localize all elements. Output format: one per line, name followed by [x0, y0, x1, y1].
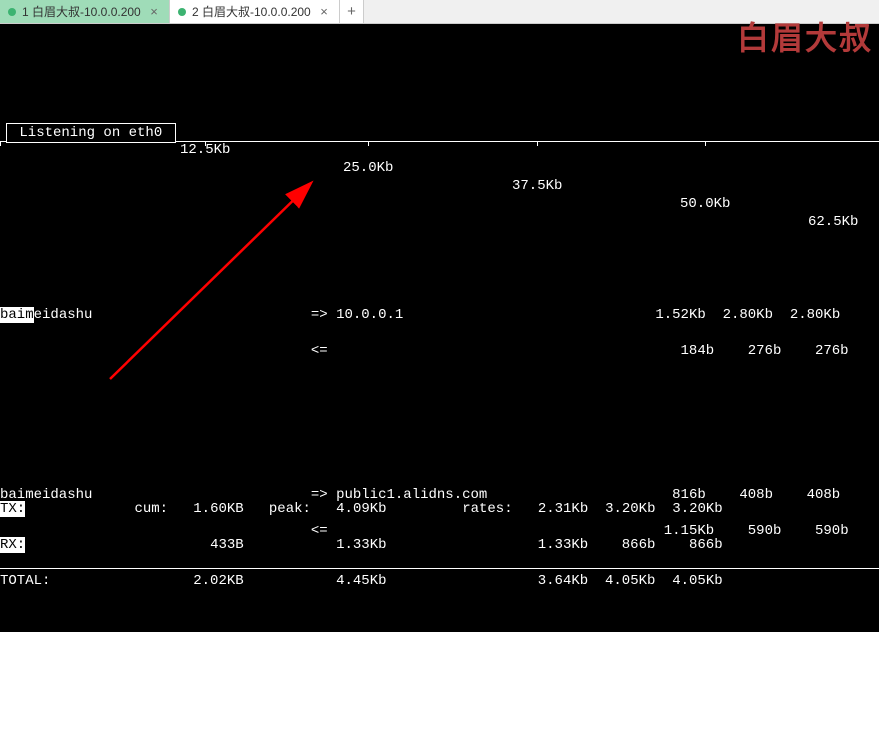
arrow-out-icon: =>: [311, 307, 328, 323]
rate-40s: 2.80Kb: [790, 307, 840, 323]
connection-row: baimeidashu => 10.0.0.1 1.52Kb 2.80Kb 2.…: [0, 288, 879, 396]
rates-label: rates:: [462, 501, 512, 517]
rate-10s: 276b: [748, 343, 782, 359]
rx-r1: 1.33Kb: [538, 537, 588, 553]
total-r1: 3.64Kb: [538, 573, 588, 589]
add-tab-button[interactable]: +: [340, 0, 364, 23]
close-icon[interactable]: ×: [317, 5, 331, 19]
rx-peak: 1.33Kb: [336, 537, 386, 553]
rate-2s: 184b: [681, 343, 715, 359]
dest-host: 10.0.0.1: [336, 307, 403, 323]
rx-r2: 866b: [622, 537, 656, 553]
listening-label: Listening on eth0: [6, 123, 176, 143]
rate-2s: 1.52Kb: [655, 307, 705, 323]
scale-tick-label: 50.0Kb: [680, 195, 730, 213]
status-dot-icon: [178, 8, 186, 16]
cum-label: cum:: [134, 501, 168, 517]
tx-cum: 1.60KB: [193, 501, 243, 517]
rx-r3: 866b: [689, 537, 723, 553]
terminal-output: 白眉大叔 Listening on eth0 12.5Kb 25.0Kb 37.…: [0, 24, 879, 632]
close-icon[interactable]: ×: [147, 5, 161, 19]
rate-40s: 276b: [815, 343, 849, 359]
tx-r1: 2.31Kb: [538, 501, 588, 517]
rx-label: RX:: [0, 537, 25, 553]
footer-stats: TX: cum: 1.60KB peak: 4.09Kb rates: 2.31…: [0, 482, 879, 626]
tx-label: TX:: [0, 501, 25, 517]
tab-1[interactable]: 1 白眉大叔-10.0.0.200 ×: [0, 0, 170, 23]
tab-label: 1 白眉大叔-10.0.0.200: [22, 3, 141, 20]
source-host: baimeidashu: [0, 307, 92, 323]
total-r2: 4.05Kb: [605, 573, 655, 589]
rate-10s: 2.80Kb: [723, 307, 773, 323]
watermark-text: 白眉大叔: [737, 20, 873, 56]
rx-cum: 433B: [210, 537, 244, 553]
tab-label: 2 白眉大叔-10.0.0.200: [192, 3, 311, 20]
total-peak: 4.45Kb: [336, 573, 386, 589]
tx-r3: 3.20Kb: [672, 501, 722, 517]
bandwidth-scale: Listening on eth0 12.5Kb 25.0Kb 37.5Kb 5…: [0, 114, 879, 150]
scale-tick-label: 62.5Kb: [808, 213, 858, 231]
tx-r2: 3.20Kb: [605, 501, 655, 517]
total-cum: 2.02KB: [193, 573, 243, 589]
total-label: TOTAL:: [0, 573, 50, 589]
tab-2[interactable]: 2 白眉大叔-10.0.0.200 ×: [170, 0, 340, 23]
scale-tick-label: 37.5Kb: [512, 177, 562, 195]
scale-tick-label: 25.0Kb: [343, 159, 393, 177]
total-r3: 4.05Kb: [672, 573, 722, 589]
status-dot-icon: [8, 8, 16, 16]
arrow-in-icon: <=: [311, 343, 328, 359]
peak-label: peak:: [269, 501, 311, 517]
tx-peak: 4.09Kb: [336, 501, 386, 517]
